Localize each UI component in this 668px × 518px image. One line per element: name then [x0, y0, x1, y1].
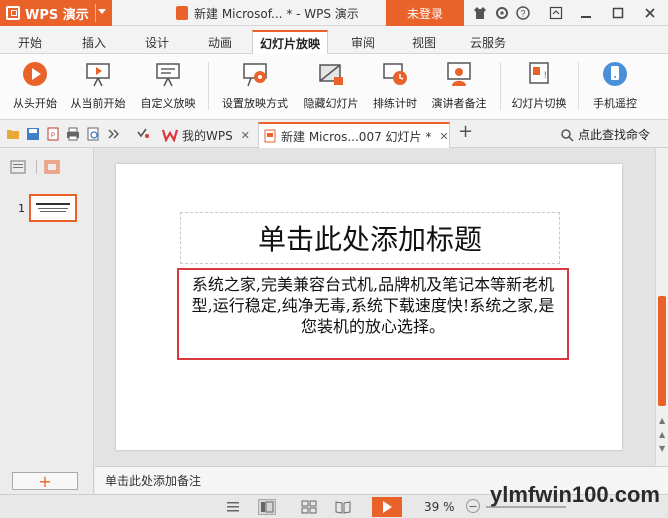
- open-folder-icon[interactable]: [6, 127, 20, 141]
- print-icon[interactable]: [66, 127, 80, 141]
- slide[interactable]: 单击此处添加标题 系统之家,完美兼容台式机,品牌机及笔记本等新老机型,运行稳定,…: [116, 164, 622, 450]
- slide-number: 1: [18, 202, 25, 215]
- wps-logo-icon: [6, 6, 20, 20]
- hide-slide-icon: [317, 60, 345, 88]
- presenter-notes-icon: [445, 60, 473, 88]
- help-icon[interactable]: ?: [515, 5, 531, 21]
- tab-view[interactable]: 视图: [404, 30, 444, 54]
- ribbon-toolbar: 从头开始 从当前开始 自定义放映 设置放映方式 隐藏幻灯片 排练计时 演讲者备注…: [0, 54, 668, 120]
- vertical-scrollbar[interactable]: ▲ ▲ ▼: [655, 148, 668, 466]
- slide-canvas: 单击此处添加标题 系统之家,完美兼容台式机,品牌机及笔记本等新老机型,运行稳定,…: [95, 148, 655, 466]
- title-placeholder[interactable]: 单击此处添加标题: [180, 212, 560, 264]
- app-menu-button[interactable]: WPS 演示: [0, 0, 112, 26]
- prev-slide-icon[interactable]: ▲: [659, 416, 666, 425]
- slide-thumbnail[interactable]: [29, 194, 77, 222]
- phone-remote-button[interactable]: 手机遥控: [586, 58, 644, 116]
- dropdown-arrow-icon[interactable]: [136, 127, 150, 141]
- maximize-icon[interactable]: [604, 0, 632, 26]
- more-tools-icon[interactable]: [106, 127, 120, 141]
- doc-tab-presentation[interactable]: 新建 Micros...007 幻灯片 * ✕: [258, 122, 450, 148]
- tab-cloud[interactable]: 云服务: [462, 30, 514, 54]
- add-slide-button[interactable]: +: [12, 472, 78, 491]
- tab-design[interactable]: 设计: [137, 30, 177, 54]
- notes-placeholder: 单击此处添加备注: [105, 474, 202, 488]
- watermark-text: ylmfwin100.com: [490, 482, 660, 507]
- play-icon: [383, 501, 392, 513]
- tab-insert[interactable]: 插入: [74, 30, 114, 54]
- doc-tab-mywps[interactable]: 我的WPS ✕: [158, 122, 256, 148]
- slides-panel: 1 +: [0, 148, 94, 494]
- minimize-icon[interactable]: [572, 0, 600, 26]
- settings-icon[interactable]: [494, 5, 510, 21]
- command-search[interactable]: 点此查找命令: [560, 126, 650, 143]
- scroll-thumb[interactable]: [658, 296, 666, 406]
- rehearse-timing-button[interactable]: 排练计时: [368, 58, 422, 116]
- outline-view-icon[interactable]: [10, 160, 26, 177]
- slide-transition-icon: !: [525, 60, 553, 88]
- slide-view-icon[interactable]: [44, 160, 60, 177]
- normal-view-icon[interactable]: [258, 499, 276, 515]
- svg-text:!: !: [544, 70, 547, 80]
- prev-slide-icon[interactable]: ▲: [659, 430, 666, 439]
- ppt-doc-icon: [176, 6, 188, 20]
- play-from-start-button[interactable]: 从头开始: [8, 58, 62, 116]
- search-icon: [561, 128, 574, 142]
- next-slide-icon[interactable]: ▼: [659, 444, 666, 453]
- hide-slide-button[interactable]: 隐藏幻灯片: [298, 58, 364, 116]
- svg-text:?: ?: [520, 9, 525, 19]
- print-preview-icon[interactable]: [86, 127, 100, 141]
- tab-animation[interactable]: 动画: [200, 30, 240, 54]
- phone-remote-icon: [601, 60, 629, 88]
- body-text-box[interactable]: 系统之家,完美兼容台式机,品牌机及笔记本等新老机型,运行稳定,纯净无毒,系统下载…: [177, 268, 569, 360]
- show-settings-icon: [241, 60, 269, 88]
- chevron-down-icon: [98, 9, 106, 14]
- title-bar: WPS 演示 新建 Microsof... * - WPS 演示 未登录 ?: [0, 0, 668, 26]
- export-pdf-icon[interactable]: P: [46, 127, 60, 141]
- close-tab-icon[interactable]: ✕: [439, 130, 448, 143]
- custom-show-icon: [154, 60, 182, 88]
- tab-review[interactable]: 审阅: [343, 30, 383, 54]
- new-tab-icon[interactable]: +: [458, 123, 473, 141]
- svg-text:P: P: [51, 133, 55, 139]
- app-name: WPS 演示: [25, 7, 89, 23]
- tab-home[interactable]: 开始: [10, 30, 50, 54]
- save-icon[interactable]: [26, 127, 40, 141]
- notes-toggle-icon[interactable]: [224, 499, 242, 515]
- shirt-icon[interactable]: [472, 5, 488, 21]
- zoom-out-button[interactable]: −: [466, 499, 480, 513]
- play-circle-icon: [21, 60, 49, 88]
- tab-slideshow[interactable]: 幻灯片放映: [252, 30, 328, 54]
- window-title: 新建 Microsof... * - WPS 演示: [176, 0, 359, 26]
- close-tab-icon[interactable]: ✕: [241, 129, 250, 142]
- show-settings-button[interactable]: 设置放映方式: [216, 58, 294, 116]
- rehearse-timing-icon: [381, 60, 409, 88]
- play-from-current-icon: [84, 60, 112, 88]
- restore-window-icon[interactable]: [542, 0, 570, 26]
- slide-sorter-icon[interactable]: [300, 499, 318, 515]
- ppt-doc-icon: [264, 129, 276, 143]
- wps-logo-icon: [162, 129, 178, 142]
- login-button[interactable]: 未登录: [386, 0, 464, 26]
- presenter-notes-button[interactable]: 演讲者备注: [426, 58, 492, 116]
- ribbon-tabs: 开始 插入 设计 动画 幻灯片放映 审阅 视图 云服务: [0, 26, 668, 54]
- close-icon[interactable]: [636, 0, 664, 26]
- reading-view-icon[interactable]: [334, 499, 352, 515]
- slideshow-play-button[interactable]: [372, 497, 402, 517]
- play-from-current-button[interactable]: 从当前开始: [66, 58, 130, 116]
- slide-transition-button[interactable]: ! 幻灯片切换: [506, 58, 572, 116]
- zoom-level: 39 %: [424, 500, 455, 514]
- quick-access-bar: P 我的WPS ✕ 新建 Micros...007 幻灯片 * ✕ + 点此查找…: [0, 120, 668, 148]
- custom-show-button[interactable]: 自定义放映: [136, 58, 200, 116]
